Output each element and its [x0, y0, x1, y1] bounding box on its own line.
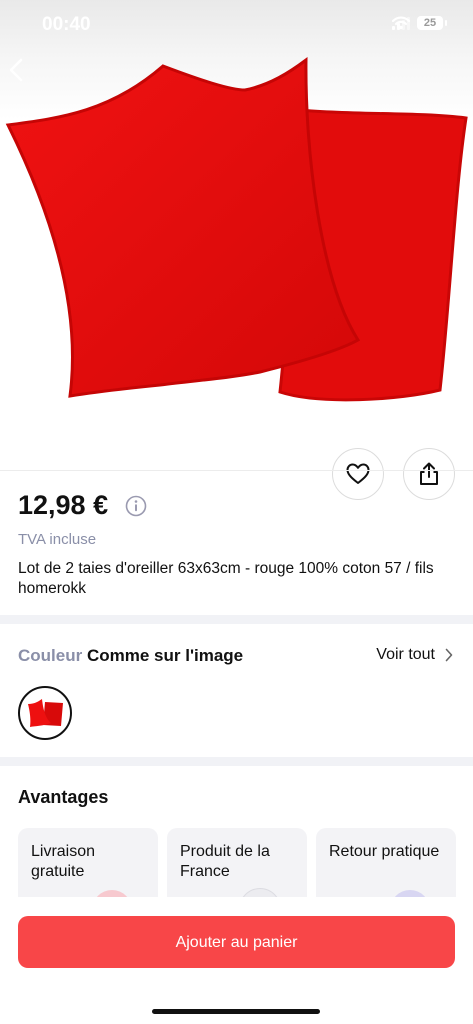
status-time: 00:40	[42, 14, 91, 35]
chevron-left-icon	[9, 58, 23, 82]
color-value: Comme sur l'image	[86, 646, 244, 665]
color-selector-header: Couleur Comme sur l'image	[18, 646, 243, 666]
advantage-card-free-delivery[interactable]: Livraison gratuite	[18, 828, 158, 908]
share-icon	[420, 462, 438, 485]
advantage-label: Livraison gratuite	[31, 843, 96, 880]
section-separator-2	[0, 757, 473, 766]
product-title: Lot de 2 taies d'oreiller 63x63cm - roug…	[18, 560, 434, 597]
advantage-label: Produit de la France	[180, 843, 270, 880]
info-circle-icon	[125, 495, 147, 517]
advantage-card-easy-return[interactable]: Retour pratique	[316, 828, 456, 908]
add-to-cart-button[interactable]: Ajouter au panier	[18, 916, 455, 968]
section-separator	[0, 615, 473, 624]
color-label: Couleur	[18, 646, 83, 665]
chevron-right-icon	[445, 648, 453, 662]
pillow-illustration	[5, 56, 468, 402]
status-bar: 00:40 25	[0, 0, 473, 54]
color-swatch-red[interactable]	[18, 686, 72, 740]
divider	[0, 470, 473, 471]
advantage-label: Retour pratique	[329, 843, 440, 860]
product-price: 12,98 €	[18, 490, 109, 520]
battery-icon: 25	[417, 16, 447, 30]
wifi-icon	[392, 16, 410, 30]
tax-note: TVA incluse	[18, 531, 97, 548]
swatch-thumbnail	[28, 699, 63, 727]
see-all-colors-link[interactable]: Voir tout	[376, 646, 453, 664]
see-all-label: Voir tout	[376, 646, 435, 663]
back-button[interactable]	[8, 58, 38, 94]
heart-icon	[346, 463, 370, 484]
favorite-button[interactable]	[332, 448, 384, 500]
advantage-card-made-in-france[interactable]: Produit de la France	[167, 828, 307, 908]
status-icons: 25	[392, 16, 447, 30]
home-indicator	[152, 1009, 320, 1014]
info-icon[interactable]	[125, 495, 147, 517]
share-button[interactable]	[403, 448, 455, 500]
product-image[interactable]: 00:40 25	[0, 0, 473, 470]
advantages-title: Avantages	[18, 787, 109, 807]
